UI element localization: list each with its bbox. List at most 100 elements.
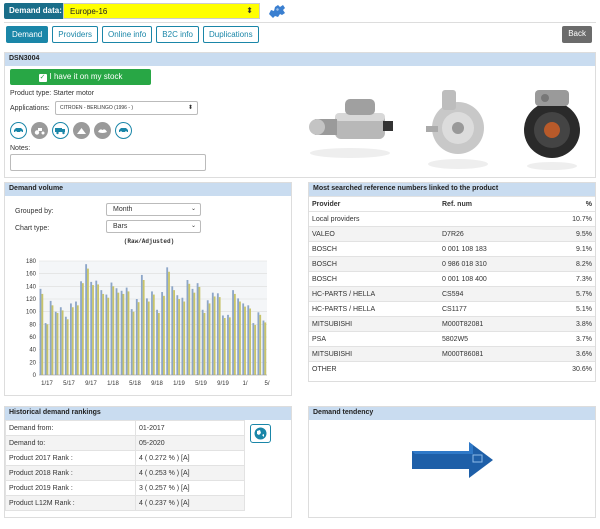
bar-raw	[216, 293, 219, 375]
table-row: Product L12M Rank :4 ( 0.237 % ) [A]	[5, 495, 245, 511]
table-row: Demand from: 01-2017	[5, 420, 245, 436]
globe-button[interactable]	[250, 424, 271, 443]
grouped-by-select[interactable]: Month ⌄	[106, 203, 201, 216]
applications-label: Applications:	[10, 105, 50, 112]
stock-button[interactable]: ✓ I have it on my stock	[10, 69, 151, 85]
y-tick-label: 40	[29, 348, 36, 354]
chart-type-select[interactable]: Bars ⌄	[106, 220, 201, 233]
product-image-3[interactable]	[517, 86, 587, 171]
tab-duplications[interactable]: Duplications	[202, 26, 259, 43]
product-image-2[interactable]	[418, 86, 498, 171]
provider-cell: Local providers	[309, 211, 439, 227]
column-ref-num: Ref. num	[439, 196, 543, 212]
ref-num-cell: CS1177	[439, 301, 543, 317]
x-tick-label: 9/18	[151, 381, 163, 387]
bar-adjusted	[117, 292, 120, 375]
tab-online-info[interactable]: Online info	[102, 26, 153, 43]
bar-raw	[176, 295, 179, 375]
bar-raw	[70, 303, 72, 375]
ref-num-cell: 0 986 018 310	[439, 256, 543, 272]
bar-adjusted	[46, 324, 49, 375]
ref-num-cell: M000T82081	[439, 316, 543, 332]
historical-rankings-title: Historical demand rankings	[5, 407, 291, 420]
tab-b2c-info[interactable]: B2C info	[156, 26, 199, 43]
car-icon[interactable]	[10, 122, 27, 139]
ranking-value-cell: 05-2020	[135, 435, 245, 451]
bar-adjusted	[198, 286, 201, 375]
ref-num-cell: 0 001 108 183	[439, 241, 543, 257]
boat-icon[interactable]	[94, 122, 111, 139]
demand-data-select[interactable]: Europe-16 ⬍	[63, 3, 260, 19]
table-row: OTHER 30.6%	[309, 361, 595, 377]
percent-cell: 8.2%	[542, 256, 595, 272]
demand-tendency-title: Demand tendency	[309, 407, 595, 420]
ref-num-cell	[439, 361, 543, 377]
bus-icon[interactable]	[115, 122, 132, 139]
bar-adjusted	[203, 312, 206, 375]
provider-cell: PSA	[309, 331, 439, 347]
table-row: MITSUBISHI M000T82081 3.8%	[309, 316, 595, 332]
notes-label: Notes:	[10, 145, 31, 152]
bar-adjusted	[218, 297, 221, 375]
bar-adjusted	[142, 280, 145, 375]
bar-raw	[75, 301, 77, 375]
notes-textarea[interactable]	[10, 154, 206, 171]
select-caret-icon: ⬍	[246, 6, 253, 15]
y-tick-label: 60	[29, 335, 36, 341]
chevron-down-icon: ⌄	[190, 206, 196, 212]
bar-adjusted	[122, 293, 125, 375]
tab-demand[interactable]: Demand	[6, 26, 49, 43]
percent-cell: 5.7%	[542, 286, 595, 302]
ranking-value-cell: 4 ( 0.272 % ) [A]	[135, 450, 245, 466]
x-tick-label: 9/17	[85, 381, 97, 387]
x-tick-label: 1/18	[107, 381, 119, 387]
bar-raw	[130, 309, 133, 375]
bar-adjusted	[233, 293, 236, 375]
ranking-value-cell: 01-2017	[135, 420, 245, 436]
stock-button-label: I have it on my stock	[49, 72, 123, 81]
bar-adjusted	[132, 311, 135, 375]
bar-raw	[161, 292, 164, 375]
bar-raw	[39, 288, 42, 375]
x-tick-label: 1/	[242, 381, 247, 387]
bar-raw	[262, 320, 265, 375]
percent-cell: 3.8%	[542, 316, 595, 332]
bar-adjusted	[183, 301, 186, 375]
ranking-label-cell: Product 2019 Rank :	[5, 480, 136, 496]
table-row: BOSCH 0 001 108 400 7.3%	[309, 271, 595, 287]
demand-data-label: Demand data:	[4, 3, 67, 19]
provider-cell: VALEO	[309, 226, 439, 242]
applications-select[interactable]: CITROEN - BERLINGO (1996 - ) ⬍	[55, 101, 198, 115]
motorcycle-icon[interactable]	[73, 122, 90, 139]
product-image-1[interactable]	[305, 93, 400, 163]
table-row: VALEO D7R26 9.5%	[309, 226, 595, 242]
chevron-down-icon: ⌄	[190, 223, 196, 229]
bar-raw	[211, 292, 214, 375]
grouped-by-label: Grouped by:	[15, 208, 54, 215]
back-button[interactable]: Back	[562, 26, 592, 43]
y-tick-label: 160	[26, 272, 37, 278]
table-row: Product 2018 Rank :4 ( 0.253 % ) [A]	[5, 465, 245, 481]
historical-rankings-panel: Historical demand rankings Demand from: 0…	[4, 406, 292, 518]
bar-adjusted	[168, 271, 170, 375]
bar-adjusted	[157, 312, 160, 375]
bar-raw	[135, 299, 138, 375]
bar-raw	[110, 282, 113, 375]
vehicle-type-icons	[10, 122, 132, 139]
bar-adjusted	[97, 284, 99, 375]
bar-raw	[257, 312, 260, 375]
chart-title: (Raw/Adjusted)	[123, 238, 175, 245]
top-bar: Demand data: Europe-16 ⬍	[0, 0, 600, 22]
provider-cell: BOSCH	[309, 241, 439, 257]
ranking-value-cell: 4 ( 0.237 % ) [A]	[135, 495, 245, 511]
ranking-label-cell: Demand to:	[5, 435, 136, 451]
bar-raw	[186, 280, 189, 375]
tractor-icon[interactable]	[31, 122, 48, 139]
tab-providers[interactable]: Providers	[52, 26, 99, 43]
percent-cell: 10.7%	[542, 211, 595, 227]
truck-icon[interactable]	[52, 122, 69, 139]
europe-map-icon[interactable]	[266, 2, 288, 20]
x-tick-label: 1/17	[41, 381, 53, 387]
y-tick-label: 20	[29, 360, 36, 366]
divider	[4, 22, 596, 23]
